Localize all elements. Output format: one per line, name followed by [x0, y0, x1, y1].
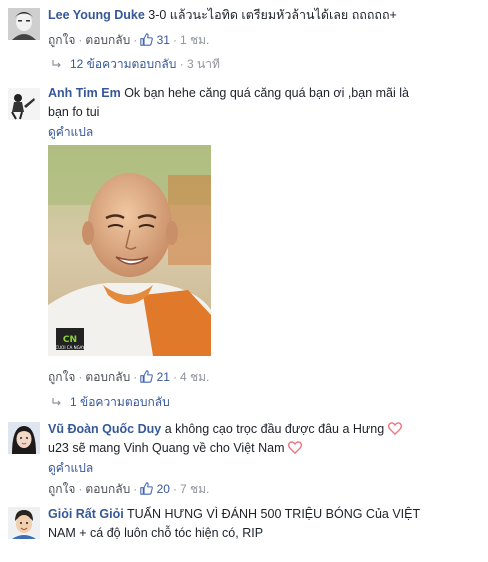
- comment-text: Lee Young Duke 3-0 แล้วนะไอทิด เตรียมหัว…: [48, 6, 478, 25]
- see-translation-link[interactable]: ดูคำแปล: [48, 459, 93, 478]
- timestamp[interactable]: 7 ชม.: [180, 482, 209, 496]
- photo-logo-sub: CUOI CA NGAY: [55, 345, 85, 350]
- like-count-value: 20: [156, 482, 170, 496]
- like-count[interactable]: 20: [140, 482, 170, 496]
- author-name[interactable]: Lee Young Duke: [48, 8, 145, 22]
- photo-image: CN CUOI CA NGAY: [48, 145, 211, 356]
- replies-timestamp: 3 นาที: [187, 57, 220, 71]
- avatar[interactable]: [8, 88, 40, 120]
- like-button[interactable]: ถูกใจ: [48, 370, 75, 384]
- like-count[interactable]: 31: [140, 33, 170, 47]
- comment-4: Giỏi Rất Giỏi TUẤN HƯNG VÌ ĐÁNH 500 TRIỆ…: [0, 498, 488, 562]
- replies-count[interactable]: 1 ข้อความตอบกลับ: [70, 395, 170, 409]
- avatar[interactable]: [8, 507, 40, 539]
- comment-photo[interactable]: CN CUOI CA NGAY: [48, 145, 211, 356]
- heart-icon: [387, 422, 402, 435]
- reply-arrow-icon: [52, 60, 61, 68]
- thumbs-up-icon: [140, 33, 154, 46]
- author-name[interactable]: Vũ Đoàn Quốc Duy: [48, 422, 161, 436]
- comment-body-line1: TUẤN HƯNG VÌ ĐÁNH 500 TRIỆU BÓNG Của VIỆ…: [126, 507, 421, 521]
- avatar[interactable]: [8, 8, 40, 40]
- like-count[interactable]: 21: [140, 370, 170, 384]
- heart-icon: [287, 441, 302, 454]
- replies-count[interactable]: 12 ข้อความตอบกลับ: [70, 57, 176, 71]
- comment-actions: ถูกใจ · ตอบกลับ · 20 · 7 ชม.: [48, 482, 210, 496]
- timestamp[interactable]: 4 ชม.: [180, 370, 209, 384]
- comment-3: Vũ Đoàn Quốc Duy a không cạo trọc đầu đư…: [0, 410, 488, 498]
- reply-button[interactable]: ตอบกลับ: [85, 33, 130, 47]
- photo-logo: CN: [63, 335, 77, 345]
- avatar[interactable]: [8, 422, 40, 454]
- comment-actions: ถูกใจ · ตอบกลับ · 31 · 1 ชม.: [48, 33, 210, 47]
- thumbs-up-icon: [140, 482, 154, 495]
- reply-button[interactable]: ตอบกลับ: [85, 482, 130, 496]
- reply-arrow-icon: [52, 398, 61, 406]
- avatar-image: [8, 88, 40, 120]
- avatar-image: [8, 422, 40, 454]
- like-count-value: 31: [156, 33, 170, 47]
- like-count-value: 21: [156, 370, 170, 384]
- see-translation-link[interactable]: ดูคำแปล: [48, 123, 93, 142]
- comment-body-line2: u23 sẽ mang Vinh Quang về cho Việt Nam: [48, 441, 285, 455]
- comment-body-line2: bạn fo tui: [48, 105, 100, 119]
- comment-text: Anh Tim Em Ok bạn hehe căng quá căng quá…: [48, 84, 478, 122]
- thumbs-up-icon: [140, 370, 154, 383]
- author-name[interactable]: Giỏi Rất Giỏi: [48, 507, 124, 521]
- comment-1: Lee Young Duke 3-0 แล้วนะไอทิด เตรียมหัว…: [0, 0, 488, 80]
- timestamp[interactable]: 1 ชม.: [180, 33, 209, 47]
- comment-body-line1: Ok bạn hehe căng quá căng quá bạn ơi ,bạ…: [124, 86, 409, 100]
- comment-text: Vũ Đoàn Quốc Duy a không cạo trọc đầu đư…: [48, 420, 478, 458]
- comment-2: Anh Tim Em Ok bạn hehe căng quá căng quá…: [0, 80, 488, 410]
- author-name[interactable]: Anh Tim Em: [48, 86, 121, 100]
- comment-actions: ถูกใจ · ตอบกลับ · 21 · 4 ชม.: [48, 370, 210, 384]
- reply-button[interactable]: ตอบกลับ: [85, 370, 130, 384]
- comment-text: Giỏi Rất Giỏi TUẤN HƯNG VÌ ĐÁNH 500 TRIỆ…: [48, 505, 478, 543]
- avatar-image: [8, 8, 40, 40]
- like-button[interactable]: ถูกใจ: [48, 482, 75, 496]
- replies-link[interactable]: 12 ข้อความตอบกลับ · 3 นาที: [52, 55, 220, 74]
- comment-body: 3-0 แล้วนะไอทิด เตรียมหัวล้านได้เลย ถถถถ…: [148, 8, 397, 22]
- like-button[interactable]: ถูกใจ: [48, 33, 75, 47]
- comment-body-line1: a không cạo trọc đầu được đâu a Hưng: [164, 422, 385, 436]
- comment-body-line2: NAM + cá độ luôn chỗ tóc hiện có, RIP: [48, 526, 264, 540]
- avatar-image: [8, 507, 40, 539]
